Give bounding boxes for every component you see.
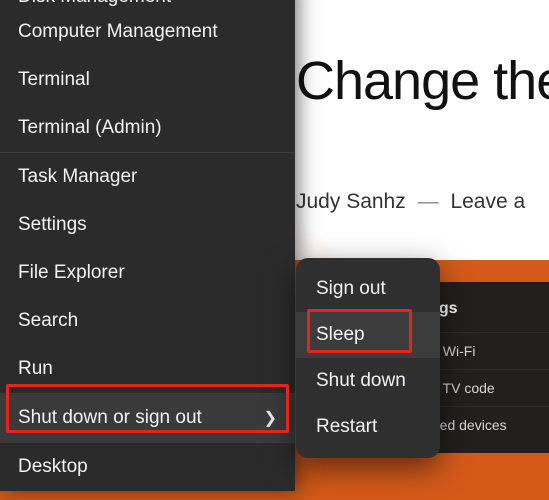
article-byline: Judy Sanhz — Leave a	[296, 190, 525, 214]
menu-item-settings[interactable]: Settings	[0, 201, 295, 249]
submenu-item-sleep[interactable]: Sleep	[296, 312, 440, 358]
menu-item-terminal[interactable]: Terminal	[0, 56, 295, 104]
menu-item-disk-management[interactable]: Disk Management	[0, 0, 295, 8]
menu-item-label: Shut down or sign out	[18, 407, 202, 429]
byline-author: Judy Sanhz	[296, 190, 406, 213]
menu-item-desktop[interactable]: Desktop	[0, 443, 295, 491]
menu-item-task-manager[interactable]: Task Manager	[0, 153, 295, 201]
article-headline: Change the	[296, 50, 549, 112]
menu-item-run[interactable]: Run	[0, 345, 295, 393]
submenu-item-restart[interactable]: Restart	[296, 404, 440, 450]
winx-power-menu: Disk Management Computer Management Term…	[0, 0, 295, 491]
menu-item-terminal-admin[interactable]: Terminal (Admin)	[0, 104, 295, 152]
menu-item-computer-management[interactable]: Computer Management	[0, 8, 295, 56]
menu-item-search[interactable]: Search	[0, 297, 295, 345]
shutdown-submenu: Sign out Sleep Shut down Restart	[296, 258, 440, 458]
byline-separator: —	[418, 190, 439, 213]
submenu-item-shutdown[interactable]: Shut down	[296, 358, 440, 404]
submenu-item-signout[interactable]: Sign out	[296, 266, 440, 312]
byline-action[interactable]: Leave a	[450, 190, 525, 213]
chevron-right-icon: ❯	[264, 408, 277, 428]
menu-item-file-explorer[interactable]: File Explorer	[0, 249, 295, 297]
menu-item-shutdown-signout[interactable]: Shut down or sign out ❯	[0, 394, 295, 442]
